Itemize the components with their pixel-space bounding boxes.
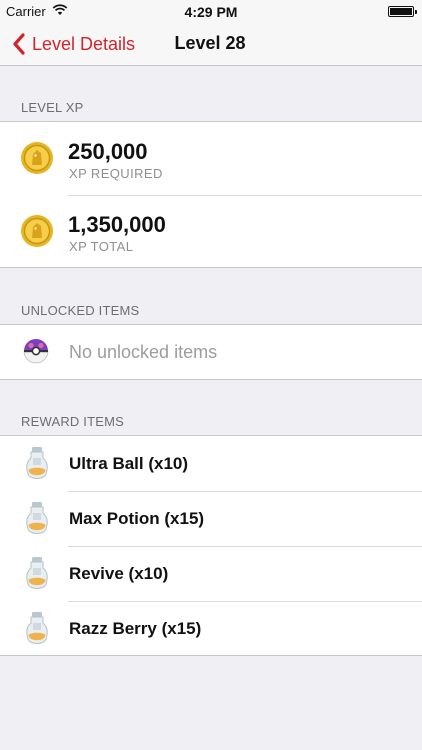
- xp-total-value: 1,350,000: [68, 212, 166, 237]
- section-header-reward-items: REWARD ITEMS: [21, 414, 125, 429]
- potion-icon: [24, 446, 50, 487]
- reward-items-group: Ultra Ball (x10) Max Potion (x15) Revive…: [0, 435, 422, 656]
- reward-item-label: Ultra Ball (x10): [69, 454, 189, 473]
- status-bar: Carrier 4:29 PM: [0, 0, 422, 22]
- back-button-label: Level Details: [32, 33, 136, 54]
- xp-required-value: 250,000: [68, 139, 148, 164]
- xp-total-caption: XP TOTAL: [69, 239, 134, 254]
- xp-required-row: 250,000 XP REQUIRED: [0, 122, 422, 195]
- section-header-unlocked-items: UNLOCKED ITEMS: [21, 303, 140, 318]
- potion-icon: [24, 501, 50, 542]
- status-time: 4:29 PM: [184, 4, 238, 20]
- reward-item-row[interactable]: Ultra Ball (x10): [0, 436, 422, 491]
- gold-medal-icon: [20, 214, 54, 253]
- navigation-bar: Level Details Level 28: [0, 22, 422, 66]
- master-ball-icon: [22, 337, 50, 370]
- page-title: Level 28: [174, 33, 246, 53]
- reward-item-row[interactable]: Razz Berry (x15): [0, 602, 422, 656]
- reward-item-row[interactable]: Revive (x10): [0, 547, 422, 601]
- chevron-left-icon: [13, 33, 25, 55]
- potion-icon: [24, 556, 50, 597]
- reward-item-row[interactable]: Max Potion (x15): [0, 492, 422, 546]
- xp-required-caption: XP REQUIRED: [69, 166, 163, 181]
- battery-icon: [388, 6, 417, 17]
- section-header-level-xp: LEVEL XP: [21, 100, 84, 115]
- potion-icon: [24, 611, 50, 652]
- level-xp-group: 250,000 XP REQUIRED 1,350,000 XP TOTAL: [0, 121, 422, 268]
- gold-medal-icon: [20, 141, 54, 180]
- no-unlocked-items-text: No unlocked items: [69, 342, 218, 362]
- back-button[interactable]: Level Details: [10, 30, 135, 58]
- reward-item-label: Razz Berry (x15): [69, 619, 202, 638]
- xp-total-row: 1,350,000 XP TOTAL: [0, 196, 422, 269]
- reward-item-label: Revive (x10): [69, 564, 169, 583]
- unlocked-items-group: No unlocked items: [0, 324, 422, 380]
- reward-item-label: Max Potion (x15): [69, 509, 205, 528]
